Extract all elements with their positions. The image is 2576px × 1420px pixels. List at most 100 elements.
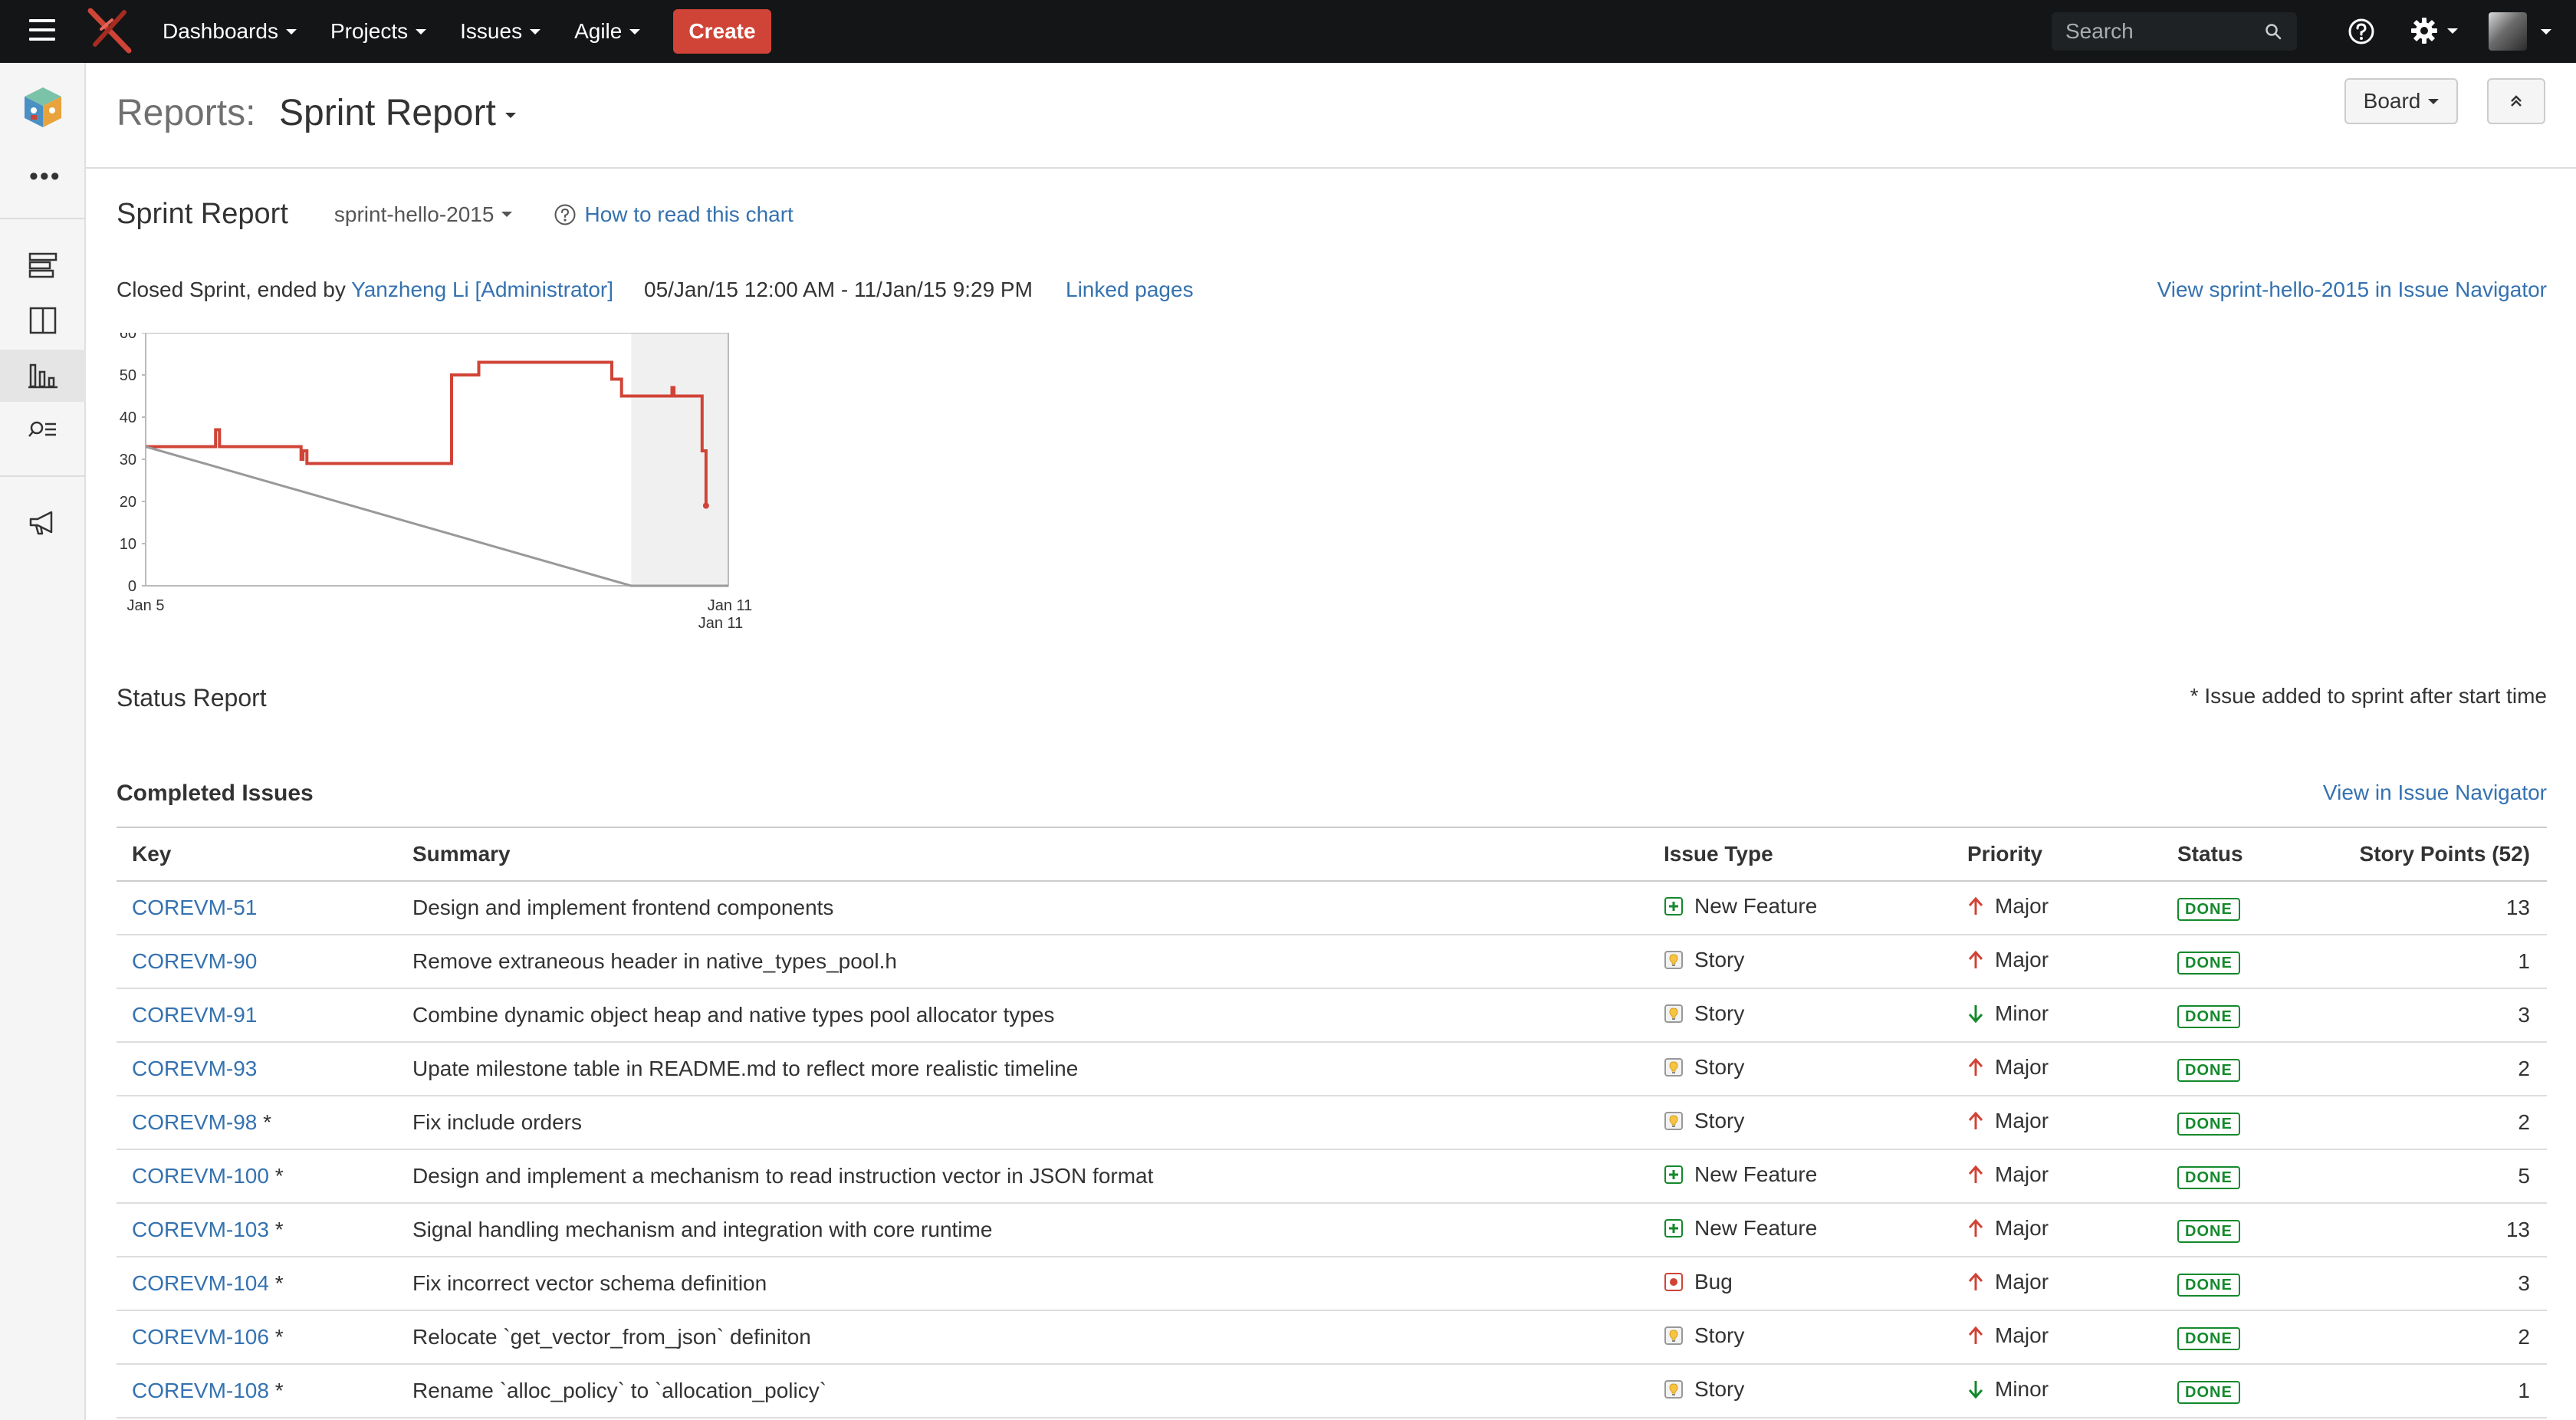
project-sidebar: ••• <box>0 63 86 1420</box>
issue-type-label: Story <box>1694 948 1745 971</box>
issue-key-link[interactable]: COREVM-104 <box>132 1271 269 1295</box>
table-row: COREVM-90 Remove extraneous header in na… <box>117 935 2547 989</box>
more-icon[interactable]: ••• <box>29 163 61 189</box>
column-header-status[interactable]: Status <box>2177 827 2338 882</box>
status-badge: DONE <box>2177 1005 2240 1028</box>
column-header-issue-type[interactable]: Issue Type <box>1664 827 1967 882</box>
sidebar-item-feedback[interactable] <box>0 497 86 549</box>
column-header-priority[interactable]: Priority <box>1967 827 2177 882</box>
bug-icon <box>1664 1272 1684 1292</box>
table-row: COREVM-51 Design and implement frontend … <box>117 881 2547 935</box>
nav-issues-label: Issues <box>460 19 523 43</box>
major-priority-icon <box>1967 1057 1984 1077</box>
nav-agile[interactable]: Agile <box>574 19 641 44</box>
collapse-header-button[interactable] <box>2487 78 2545 124</box>
y-tick-label: 40 <box>120 409 136 426</box>
create-button[interactable]: Create <box>673 9 771 54</box>
column-header-key[interactable]: Key <box>117 827 412 882</box>
board-icon <box>29 307 57 334</box>
chevron-up-double-icon <box>2511 95 2522 107</box>
search-input[interactable]: Search <box>2052 12 2297 51</box>
sprint-selector-label: sprint-hello-2015 <box>334 202 495 226</box>
help-icon[interactable] <box>2348 18 2375 45</box>
issue-key-link[interactable]: COREVM-106 <box>132 1325 269 1349</box>
priority-label: Major <box>1995 948 2049 971</box>
issue-key-link[interactable]: COREVM-91 <box>132 1003 257 1027</box>
major-priority-icon <box>1967 1218 1984 1238</box>
table-row: COREVM-108 * Rename `alloc_policy` to `a… <box>117 1364 2547 1418</box>
new-feature-icon <box>1664 1218 1684 1238</box>
menu-icon[interactable] <box>29 19 55 42</box>
issue-key-link[interactable]: COREVM-108 <box>132 1379 269 1402</box>
sidebar-divider <box>0 218 86 219</box>
issue-key-link[interactable]: COREVM-98 <box>132 1110 257 1134</box>
status-badge: DONE <box>2177 1166 2240 1189</box>
story-points: 2 <box>2338 1310 2547 1365</box>
priority-label: Minor <box>1995 1001 2049 1025</box>
issue-key-link[interactable]: COREVM-51 <box>132 896 257 919</box>
ended-by-user-link[interactable]: Yanzheng Li [Administrator] <box>351 278 613 301</box>
story-icon <box>1664 1326 1684 1346</box>
search-icon <box>2266 24 2282 40</box>
table-row: COREVM-100 * Design and implement a mech… <box>117 1149 2547 1204</box>
table-row: COREVM-106 * Relocate `get_vector_from_j… <box>117 1310 2547 1365</box>
priority-label: Major <box>1995 1270 2049 1293</box>
how-to-read-link[interactable]: How to read this chart <box>554 202 794 227</box>
issue-type-label: Story <box>1694 1377 1745 1401</box>
added-after-start-marker: * <box>257 1110 272 1134</box>
nav-dashboards[interactable]: Dashboards <box>163 19 297 44</box>
view-in-issue-navigator-link[interactable]: View in Issue Navigator <box>2323 781 2547 805</box>
app-logo-icon[interactable] <box>86 6 133 55</box>
story-icon <box>1664 1379 1684 1399</box>
story-points: 13 <box>2338 881 2547 935</box>
user-avatar[interactable] <box>2489 12 2527 51</box>
priority-label: Major <box>1995 1055 2049 1079</box>
nav-dashboards-label: Dashboards <box>163 19 278 43</box>
sidebar-item-issues[interactable] <box>0 405 86 457</box>
board-button[interactable]: Board <box>2344 78 2458 124</box>
y-tick-label: 10 <box>120 536 136 553</box>
column-header-story-points[interactable]: Story Points (52) <box>2338 827 2547 882</box>
story-points: 2 <box>2338 1042 2547 1096</box>
sidebar-item-active-sprints[interactable] <box>0 294 86 347</box>
how-to-read-label: How to read this chart <box>584 202 794 226</box>
chevron-down-icon <box>2447 28 2458 34</box>
chevron-down-icon <box>629 28 641 35</box>
minor-priority-icon <box>1967 1004 1984 1024</box>
nav-issues[interactable]: Issues <box>460 19 541 44</box>
view-sprint-in-navigator-link[interactable]: View sprint-hello-2015 in Issue Navigato… <box>2157 278 2547 302</box>
report-type-selector[interactable]: Sprint Report <box>279 92 516 134</box>
major-priority-icon <box>1967 1165 1984 1185</box>
y-tick-label: 30 <box>120 452 136 468</box>
settings-gear[interactable] <box>2409 15 2458 46</box>
issue-summary: Design and implement a mechanism to read… <box>412 1149 1664 1204</box>
issue-key-link[interactable]: COREVM-90 <box>132 949 257 973</box>
y-tick-label: 20 <box>120 494 136 511</box>
project-avatar-icon[interactable] <box>21 84 64 130</box>
issue-key-link[interactable]: COREVM-93 <box>132 1057 257 1080</box>
chevron-down-icon <box>416 28 427 35</box>
status-badge: DONE <box>2177 898 2240 921</box>
nav-projects[interactable]: Projects <box>330 19 427 44</box>
page-title: Sprint Report <box>279 93 496 133</box>
linked-pages-link[interactable]: Linked pages <box>1066 278 1194 302</box>
story-icon <box>1664 950 1684 970</box>
status-badge: DONE <box>2177 1274 2240 1297</box>
issue-type-label: Story <box>1694 1323 1745 1347</box>
issue-key-link[interactable]: COREVM-100 <box>132 1164 269 1188</box>
chevron-down-icon <box>501 212 513 217</box>
report-title: Sprint Report <box>117 198 288 230</box>
sidebar-item-reports[interactable] <box>0 350 86 402</box>
sidebar-item-backlog[interactable] <box>0 239 86 291</box>
issue-key-link[interactable]: COREVM-103 <box>132 1218 269 1241</box>
issue-summary: Remove extraneous header in native_types… <box>412 935 1664 989</box>
column-header-summary[interactable]: Summary <box>412 827 1664 882</box>
issue-type-label: New Feature <box>1694 1216 1818 1240</box>
chevron-down-icon <box>530 28 541 35</box>
x-tick-label: Jan 11 <box>698 615 744 632</box>
burndown-chart: 0 10 20 30 40 50 60 Jan 5 Jan 11 Jan 11 <box>117 333 776 647</box>
sprint-dates: 05/Jan/15 12:00 AM - 11/Jan/15 9:29 PM <box>644 278 1033 301</box>
nav-agile-label: Agile <box>574 19 623 43</box>
sprint-selector[interactable]: sprint-hello-2015 <box>334 202 513 227</box>
chevron-down-icon <box>2428 98 2440 104</box>
